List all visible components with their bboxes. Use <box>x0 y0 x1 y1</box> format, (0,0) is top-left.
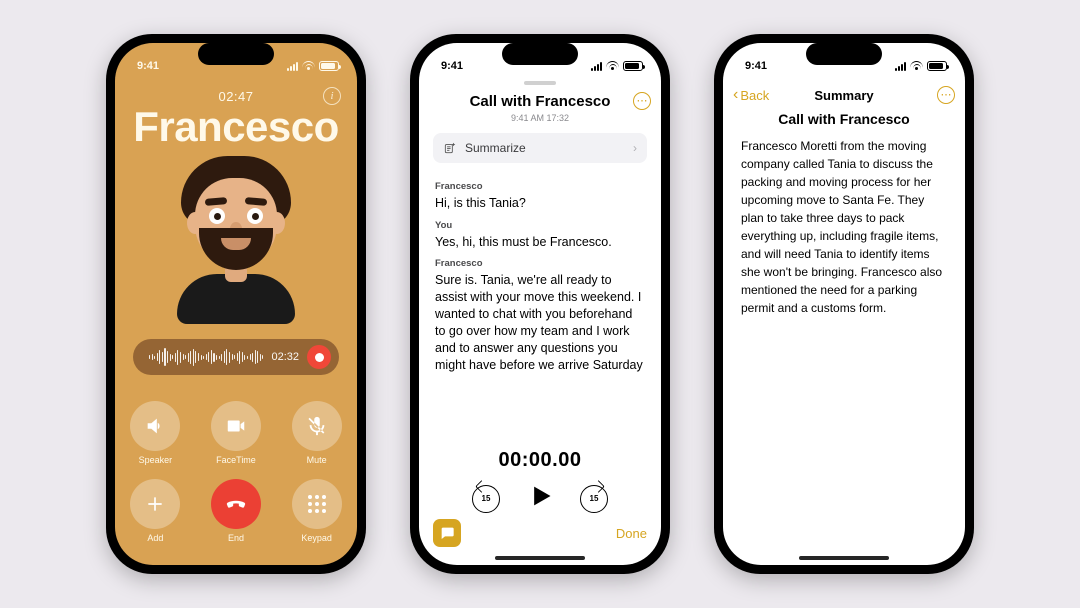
note-header: Call with Francesco <box>419 91 661 111</box>
battery-icon <box>319 61 339 71</box>
message-button[interactable] <box>433 519 461 547</box>
more-button[interactable] <box>633 92 651 110</box>
home-indicator[interactable] <box>799 556 889 560</box>
turn-text: Sure is. Tania, we're all ready to assis… <box>435 272 645 373</box>
back-label: Back <box>740 88 769 103</box>
battery-icon <box>623 61 643 71</box>
sparkle-icon <box>443 141 457 155</box>
message-icon <box>439 525 455 541</box>
speaker-icon <box>144 415 166 437</box>
transcript-body[interactable]: Francesco Hi, is this Tania? You Yes, hi… <box>419 163 661 443</box>
call-duration: 02:47 <box>115 89 357 104</box>
signal-icon <box>591 62 602 71</box>
summarize-label: Summarize <box>465 141 526 155</box>
skip-seconds: 15 <box>482 494 491 503</box>
note-title: Call with Francesco <box>470 93 611 110</box>
add-button[interactable]: Add <box>130 479 180 543</box>
chevron-right-icon: › <box>633 141 637 155</box>
mute-label: Mute <box>307 455 327 465</box>
done-button[interactable]: Done <box>616 526 647 541</box>
phone-summary: 9:41 ‹ Back Summary Call with Francesco … <box>714 34 974 574</box>
note-meta: 9:41 AM 17:32 <box>419 113 661 123</box>
signal-icon <box>287 62 298 71</box>
record-stop-button[interactable] <box>307 345 331 369</box>
mute-icon <box>306 415 328 437</box>
end-label: End <box>228 533 244 543</box>
status-icons <box>287 61 339 71</box>
end-call-icon <box>223 491 249 517</box>
sheet-grip[interactable] <box>524 81 556 85</box>
transcript-screen: 9:41 Call with Francesco 9:41 AM 17:32 S… <box>419 43 661 565</box>
wifi-icon <box>910 61 923 71</box>
status-time: 9:41 <box>441 60 463 72</box>
dynamic-island <box>502 43 578 65</box>
status-time: 9:41 <box>745 60 767 72</box>
turn-speaker: Francesco <box>435 258 645 271</box>
more-button[interactable] <box>937 86 955 104</box>
phone-transcript: 9:41 Call with Francesco 9:41 AM 17:32 S… <box>410 34 670 574</box>
facetime-label: FaceTime <box>216 455 256 465</box>
skip-back-button[interactable]: 15 <box>472 485 500 513</box>
call-controls: Speaker FaceTime Mute Add End Keypad <box>115 401 357 543</box>
wifi-icon <box>302 61 315 71</box>
status-time: 9:41 <box>137 60 159 72</box>
keypad-button[interactable]: Keypad <box>292 479 342 543</box>
speaker-label: Speaker <box>139 455 173 465</box>
signal-icon <box>895 62 906 71</box>
call-screen: 9:41 i 02:47 Francesco <box>115 43 357 565</box>
plus-icon <box>145 494 165 514</box>
wifi-icon <box>606 61 619 71</box>
back-button[interactable]: ‹ Back <box>733 87 769 103</box>
skip-forward-button[interactable]: 15 <box>580 485 608 513</box>
turn-speaker: You <box>435 220 645 233</box>
keypad-icon <box>308 495 326 513</box>
waveform-icon <box>149 347 263 367</box>
summary-screen: 9:41 ‹ Back Summary Call with Francesco … <box>723 43 965 565</box>
keypad-label: Keypad <box>301 533 332 543</box>
end-call-button[interactable]: End <box>211 479 261 543</box>
caller-name: Francesco <box>115 106 357 148</box>
status-icons <box>591 61 643 71</box>
turn-speaker: Francesco <box>435 181 645 194</box>
audio-player: 00:00.00 15 15 <box>419 443 661 519</box>
home-indicator[interactable] <box>495 556 585 560</box>
play-button[interactable] <box>526 482 554 515</box>
play-icon <box>526 482 554 510</box>
contact-avatar <box>171 156 301 296</box>
mute-button[interactable]: Mute <box>292 401 342 465</box>
player-time: 00:00.00 <box>419 449 661 472</box>
video-icon <box>225 415 247 437</box>
status-icons <box>895 61 947 71</box>
summarize-button[interactable]: Summarize › <box>433 133 647 163</box>
summary-title: Call with Francesco <box>723 111 965 127</box>
summary-body: Francesco Moretti from the moving compan… <box>723 127 965 327</box>
chevron-left-icon: ‹ <box>733 87 738 103</box>
phone-call: 9:41 i 02:47 Francesco <box>106 34 366 574</box>
info-icon[interactable]: i <box>323 87 341 105</box>
speaker-button[interactable]: Speaker <box>130 401 180 465</box>
skip-seconds: 15 <box>590 494 599 503</box>
dynamic-island <box>806 43 882 65</box>
summary-header: ‹ Back Summary <box>723 85 965 105</box>
recording-bar[interactable]: 02:32 <box>133 339 339 375</box>
page-title: Summary <box>814 88 873 103</box>
turn-text: Yes, hi, this must be Francesco. <box>435 234 645 251</box>
dynamic-island <box>198 43 274 65</box>
add-label: Add <box>147 533 163 543</box>
turn-text: Hi, is this Tania? <box>435 195 645 212</box>
recording-time: 02:32 <box>271 351 299 363</box>
facetime-button[interactable]: FaceTime <box>211 401 261 465</box>
battery-icon <box>927 61 947 71</box>
